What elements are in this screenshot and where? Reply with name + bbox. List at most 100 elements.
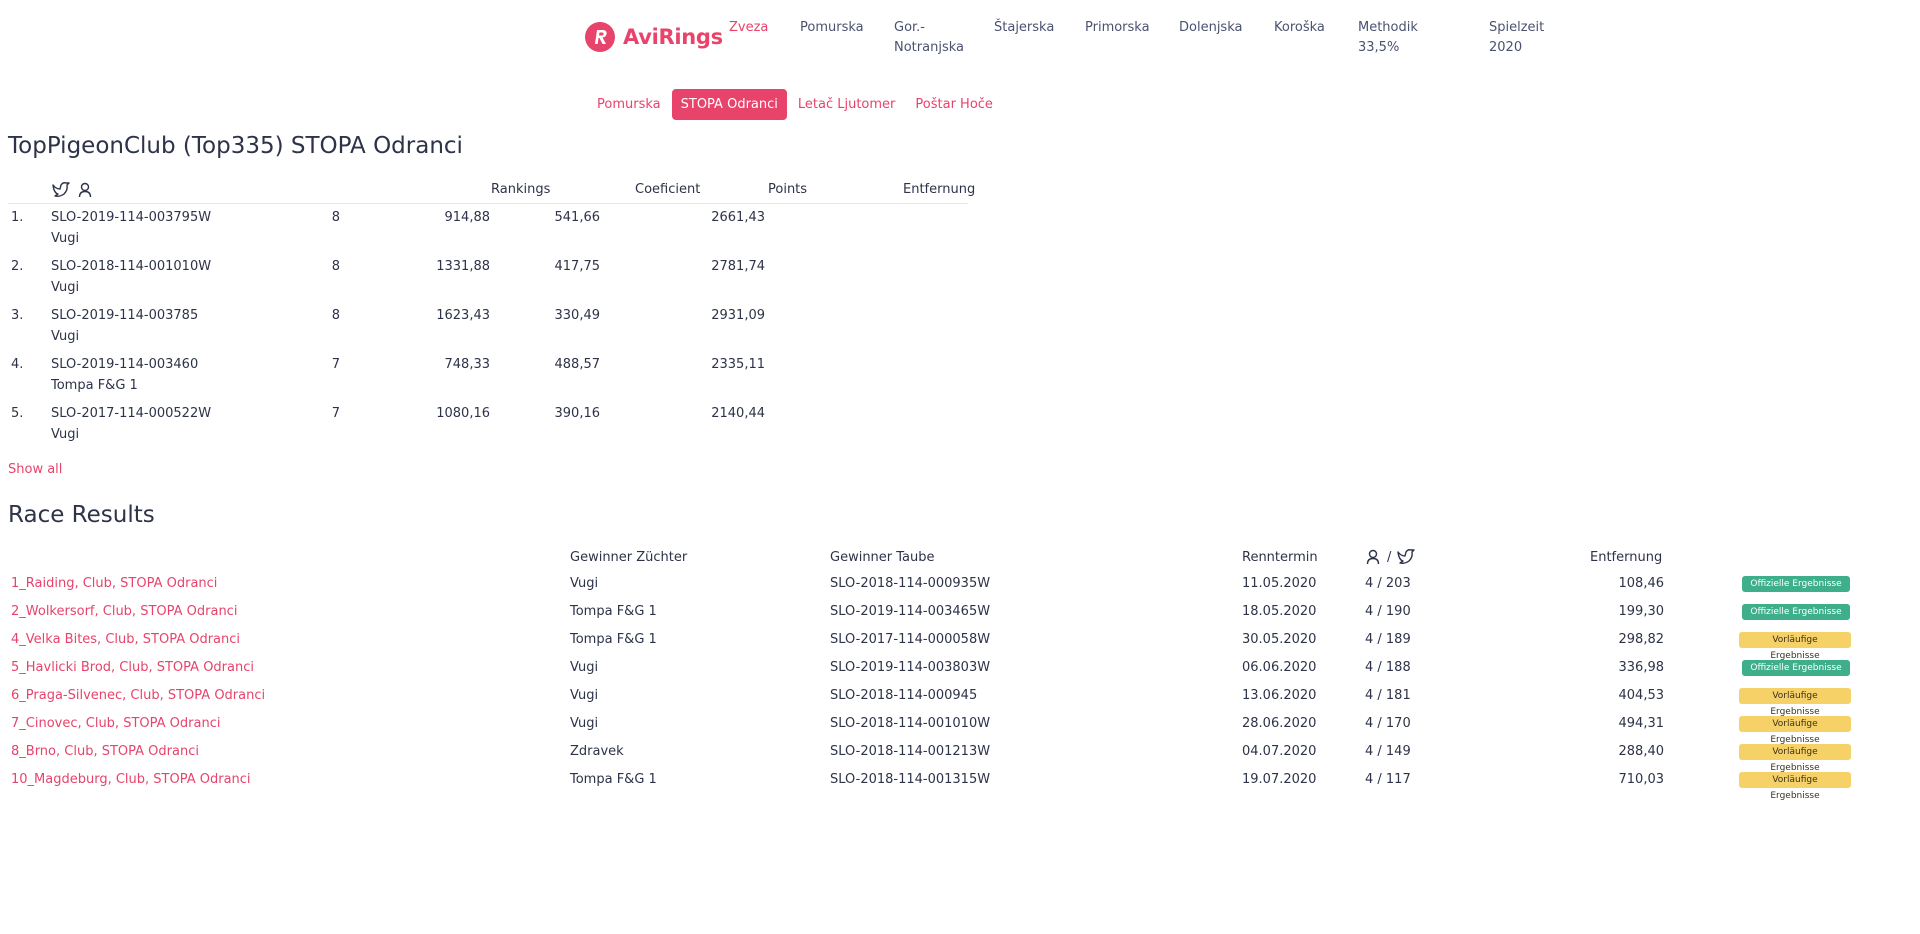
- ranking-row[interactable]: 4. SLO-2019-114-003460 Tompa F&G 1 7 748…: [8, 351, 968, 400]
- winner-breeder: Vugi: [570, 576, 599, 591]
- race-row: 4_Velka Bites, Club, STOPA Odranci Tompa…: [8, 626, 1912, 661]
- race-row: 7_Cinovec, Club, STOPA Odranci Vugi SLO-…: [8, 710, 1912, 745]
- coeficient-value: 914,88: [444, 210, 491, 225]
- race-link[interactable]: 10_Magdeburg, Club, STOPA Odranci: [11, 772, 251, 787]
- winner-breeder: Tompa F&G 1: [570, 604, 657, 619]
- race-date: 18.05.2020: [1242, 604, 1317, 619]
- pigeon-icon: [51, 181, 71, 199]
- distance-value: 2781,74: [711, 259, 765, 274]
- ranking-row[interactable]: 5. SLO-2017-114-000522W Vugi 7 1080,16 3…: [8, 400, 968, 449]
- race-row: 6_Praga-Silvenec, Club, STOPA Odranci Vu…: [8, 682, 1912, 717]
- distance-value: 2140,44: [711, 406, 765, 421]
- rankings-title: TopPigeonClub (Top335) STOPA Odranci: [8, 133, 463, 159]
- breeder-name: Vugi: [51, 427, 80, 442]
- nav-item-primorska[interactable]: Primorska: [1085, 18, 1150, 38]
- col-winner-breeder[interactable]: Gewinner Züchter: [570, 550, 687, 565]
- coeficient-value: 1331,88: [436, 259, 490, 274]
- rankings-value: 8: [331, 308, 340, 323]
- brand-name: AviRings: [623, 25, 723, 49]
- race-link[interactable]: 4_Velka Bites, Club, STOPA Odranci: [11, 632, 240, 647]
- winner-pigeon: SLO-2019-114-003465W: [830, 604, 991, 619]
- col-race-date[interactable]: Renntermin: [1242, 550, 1318, 565]
- winner-pigeon: SLO-2018-114-001315W: [830, 772, 991, 787]
- avirings-logo-icon: [585, 22, 615, 52]
- points-value: 488,57: [554, 357, 601, 372]
- status-badge: Offizielle Ergebnisse: [1742, 576, 1850, 592]
- coeficient-value: 748,33: [444, 357, 491, 372]
- nav-item-stajerska[interactable]: Štajerska: [994, 18, 1054, 38]
- ranking-row[interactable]: 3. SLO-2019-114-003785 Vugi 8 1623,43 33…: [8, 302, 968, 351]
- race-distance: 288,40: [1618, 744, 1665, 759]
- race-distance: 199,30: [1618, 604, 1665, 619]
- race-link[interactable]: 8_Brno, Club, STOPA Odranci: [11, 744, 199, 759]
- ranking-row[interactable]: 1. SLO-2019-114-003795W Vugi 8 914,88 54…: [8, 204, 968, 253]
- show-all-link[interactable]: Show all: [8, 462, 62, 477]
- race-link[interactable]: 2_Wolkersorf, Club, STOPA Odranci: [11, 604, 237, 619]
- status-badge: Vorläufige Ergebnisse: [1739, 716, 1851, 745]
- ring-number: SLO-2019-114-003785: [51, 308, 199, 323]
- rank-number: 4.: [11, 357, 24, 372]
- club-tabs: Pomurska STOPA Odranci Letač Ljutomer Po…: [588, 89, 1004, 120]
- col-winner-pigeon[interactable]: Gewinner Taube: [830, 550, 935, 565]
- winner-breeder: Zdravek: [570, 744, 624, 759]
- status-badge: Vorläufige Ergebnisse: [1739, 744, 1851, 773]
- header-separator: /: [1387, 550, 1392, 565]
- race-results-header: Gewinner Züchter Gewinner Taube Rennterm…: [8, 548, 1912, 570]
- race-link[interactable]: 1_Raiding, Club, STOPA Odranci: [11, 576, 217, 591]
- ranking-row[interactable]: 2. SLO-2018-114-001010W Vugi 8 1331,88 4…: [8, 253, 968, 302]
- col-points[interactable]: Points: [768, 182, 807, 197]
- race-distance: 298,82: [1618, 632, 1665, 647]
- nav-item-pomurska[interactable]: Pomurska: [800, 18, 864, 38]
- winner-pigeon: SLO-2018-114-000945: [830, 688, 978, 703]
- breeder-name: Vugi: [51, 329, 80, 344]
- winner-pigeon: SLO-2019-114-003803W: [830, 660, 991, 675]
- points-value: 330,49: [554, 308, 601, 323]
- winner-pigeon: SLO-2018-114-001010W: [830, 716, 991, 731]
- rankings-value: 8: [331, 259, 340, 274]
- race-link[interactable]: 5_Havlicki Brod, Club, STOPA Odranci: [11, 660, 254, 675]
- tab-stopa-odranci[interactable]: STOPA Odranci: [671, 89, 787, 120]
- col-distance[interactable]: Entfernung: [1590, 550, 1662, 565]
- race-distance: 336,98: [1618, 660, 1665, 675]
- distance-value: 2661,43: [711, 210, 765, 225]
- user-icon: [78, 182, 92, 198]
- breeder-name: Vugi: [51, 231, 80, 246]
- nav-item-spielzeit[interactable]: Spielzeit 2020: [1489, 18, 1544, 58]
- winner-breeder: Vugi: [570, 688, 599, 703]
- distance-value: 2931,09: [711, 308, 765, 323]
- status-badge: Vorläufige Ergebnisse: [1739, 688, 1851, 717]
- breeder-name: Tompa F&G 1: [51, 378, 138, 393]
- col-entfernung[interactable]: Entfernung: [903, 182, 975, 197]
- race-distance: 494,31: [1618, 716, 1665, 731]
- brand[interactable]: AviRings: [585, 22, 723, 52]
- tab-letac-ljutomer[interactable]: Letač Ljutomer: [789, 89, 905, 120]
- nav-item-zveza[interactable]: Zveza: [729, 18, 768, 38]
- nav-item-gor-notranjska-line2: Notranjska: [894, 40, 964, 55]
- pigeon-icon: [1396, 548, 1416, 566]
- winner-breeder: Tompa F&G 1: [570, 632, 657, 647]
- ring-number: SLO-2018-114-001010W: [51, 259, 212, 274]
- winner-breeder: Vugi: [570, 660, 599, 675]
- rank-number: 2.: [11, 259, 24, 274]
- rankings-value: 7: [331, 357, 340, 372]
- status-badge: Vorläufige Ergebnisse: [1739, 772, 1851, 801]
- tab-postar-hoce[interactable]: Poštar Hoče: [906, 89, 1002, 120]
- col-rankings[interactable]: Rankings: [491, 182, 550, 197]
- col-coeficient[interactable]: Coeficient: [635, 182, 700, 197]
- nav-item-gor-notranjska[interactable]: Gor.- Notranjska: [894, 18, 964, 58]
- participants-count: 4 / 203: [1365, 576, 1411, 591]
- nav-item-methodik[interactable]: Methodik 33,5%: [1358, 18, 1418, 58]
- participants-count: 4 / 117: [1365, 772, 1411, 787]
- coeficient-value: 1080,16: [436, 406, 490, 421]
- nav-item-dolenjska[interactable]: Dolenjska: [1179, 18, 1242, 38]
- breeder-name: Vugi: [51, 280, 80, 295]
- ring-number: SLO-2019-114-003460: [51, 357, 199, 372]
- nav-item-koroska[interactable]: Koroška: [1274, 18, 1325, 38]
- ring-number: SLO-2017-114-000522W: [51, 406, 212, 421]
- race-link[interactable]: 6_Praga-Silvenec, Club, STOPA Odranci: [11, 688, 265, 703]
- ring-number: SLO-2019-114-003795W: [51, 210, 212, 225]
- rankings-value: 7: [331, 406, 340, 421]
- race-link[interactable]: 7_Cinovec, Club, STOPA Odranci: [11, 716, 220, 731]
- tab-pomurska[interactable]: Pomurska: [588, 89, 670, 120]
- race-row: 8_Brno, Club, STOPA Odranci Zdravek SLO-…: [8, 738, 1912, 773]
